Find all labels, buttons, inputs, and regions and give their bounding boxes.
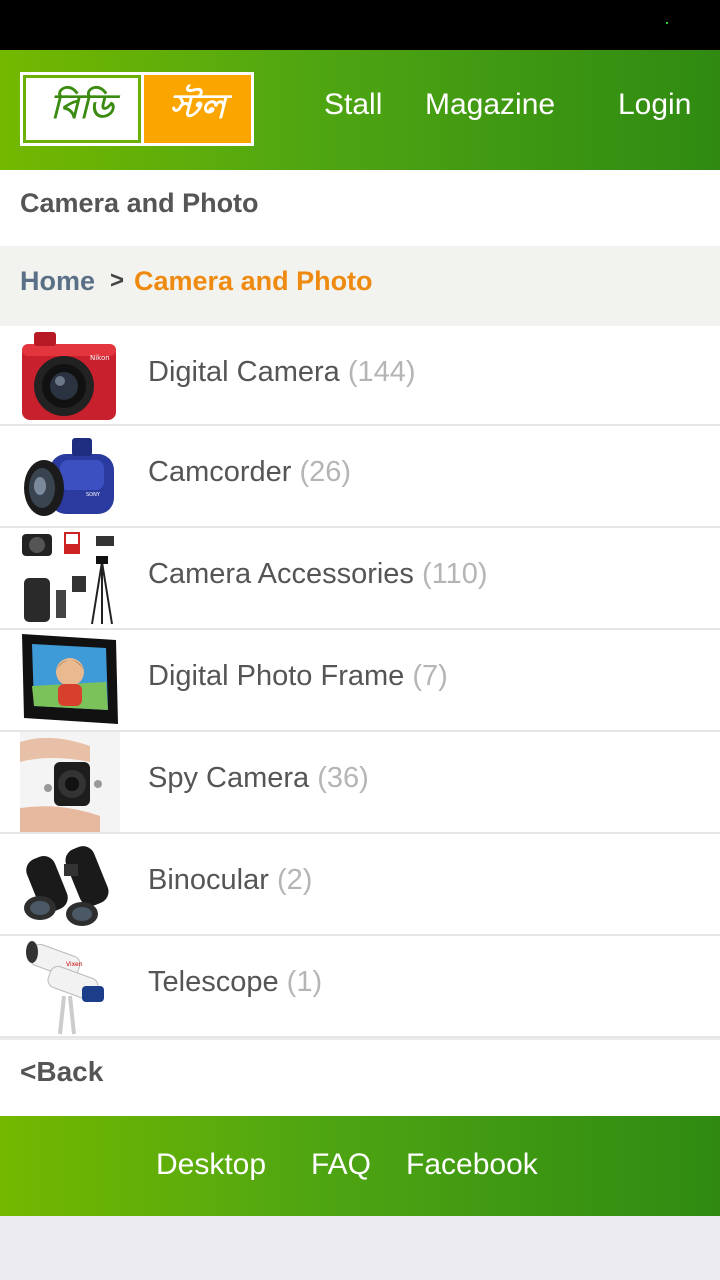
- breadcrumb-home-link[interactable]: Home: [20, 266, 95, 297]
- category-label: Spy Camera (36): [148, 762, 369, 795]
- site-logo[interactable]: বিডি স্টল: [20, 72, 254, 146]
- category-item-camera-accessories[interactable]: Camera Accessories (110): [0, 528, 720, 630]
- page-title: Camera and Photo: [20, 188, 259, 218]
- breadcrumb-separator: >: [110, 267, 125, 294]
- photo-frame-image: [22, 634, 118, 724]
- category-count: (110): [422, 558, 488, 590]
- status-bar: [0, 0, 720, 50]
- footer-desktop-link[interactable]: Desktop: [156, 1148, 266, 1182]
- category-count: (7): [412, 660, 448, 692]
- back-link[interactable]: <Back: [20, 1056, 103, 1088]
- category-name: Camcorder: [148, 456, 292, 488]
- category-count: (144): [347, 356, 416, 388]
- category-label: Digital Photo Frame (7): [148, 660, 448, 693]
- nav-login-link[interactable]: Login: [618, 88, 691, 122]
- spy-camera-image: [20, 732, 120, 832]
- binocular-image: [24, 846, 109, 926]
- category-name: Digital Camera: [148, 356, 340, 388]
- page-bottom-space: [0, 1216, 720, 1280]
- breadcrumb-current: Camera and Photo: [134, 266, 373, 296]
- category-item-digital-camera[interactable]: Nikon Digital Camera (144): [0, 326, 720, 426]
- nav-magazine-link[interactable]: Magazine: [425, 88, 555, 122]
- category-count: (36): [317, 762, 369, 794]
- category-name: Digital Photo Frame: [148, 660, 405, 692]
- category-count: (1): [286, 966, 323, 998]
- logo-right-text: স্টল: [169, 86, 226, 127]
- category-item-digital-photo-frame[interactable]: Digital Photo Frame (7): [0, 630, 720, 732]
- category-label: Digital Camera (144): [148, 356, 416, 389]
- category-label: Camcorder (26): [148, 456, 351, 489]
- status-indicator: [666, 22, 668, 24]
- category-name: Binocular: [148, 864, 269, 896]
- telescope-image: Vixen: [20, 936, 120, 1036]
- footer-faq-link[interactable]: FAQ: [311, 1148, 371, 1182]
- back-bar: <Back: [0, 1040, 720, 1116]
- digital-camera-image: Nikon: [22, 332, 116, 420]
- category-count: (2): [276, 864, 313, 896]
- category-item-telescope[interactable]: Vixen Telescope (1): [0, 936, 720, 1038]
- category-label: Binocular (2): [148, 864, 312, 897]
- site-footer: Desktop FAQ Facebook: [0, 1116, 720, 1216]
- category-item-binocular[interactable]: Binocular (2): [0, 834, 720, 936]
- logo-right-panel: স্টল: [141, 75, 251, 143]
- camcorder-image: SONY: [24, 438, 114, 516]
- nav-stall-link[interactable]: Stall: [324, 88, 382, 122]
- category-name: Spy Camera: [148, 762, 310, 794]
- page-title-bar: Camera and Photo: [0, 170, 720, 246]
- svg-text:Nikon: Nikon: [90, 354, 110, 362]
- category-item-spy-camera[interactable]: Spy Camera (36): [0, 732, 720, 834]
- svg-text:SONY: SONY: [86, 492, 101, 498]
- svg-text:Vixen: Vixen: [66, 961, 83, 968]
- category-list: Nikon Digital Camera (144) SONY Camcorde…: [0, 326, 720, 1038]
- logo-left-text: বিডি: [50, 86, 114, 127]
- category-name: Camera Accessories: [148, 558, 414, 590]
- site-header: বিডি স্টল Stall Magazine Login: [0, 50, 720, 170]
- category-name: Telescope: [148, 966, 279, 998]
- footer-facebook-link[interactable]: Facebook: [406, 1148, 538, 1182]
- breadcrumb: Home > Camera and Photo: [0, 246, 720, 326]
- category-count: (26): [299, 456, 352, 488]
- category-label: Camera Accessories (110): [148, 558, 488, 591]
- category-item-camcorder[interactable]: SONY Camcorder (26): [0, 426, 720, 528]
- logo-left-panel: বিডি: [23, 75, 141, 143]
- camera-accessories-image: [22, 532, 114, 625]
- category-label: Telescope (1): [148, 966, 322, 999]
